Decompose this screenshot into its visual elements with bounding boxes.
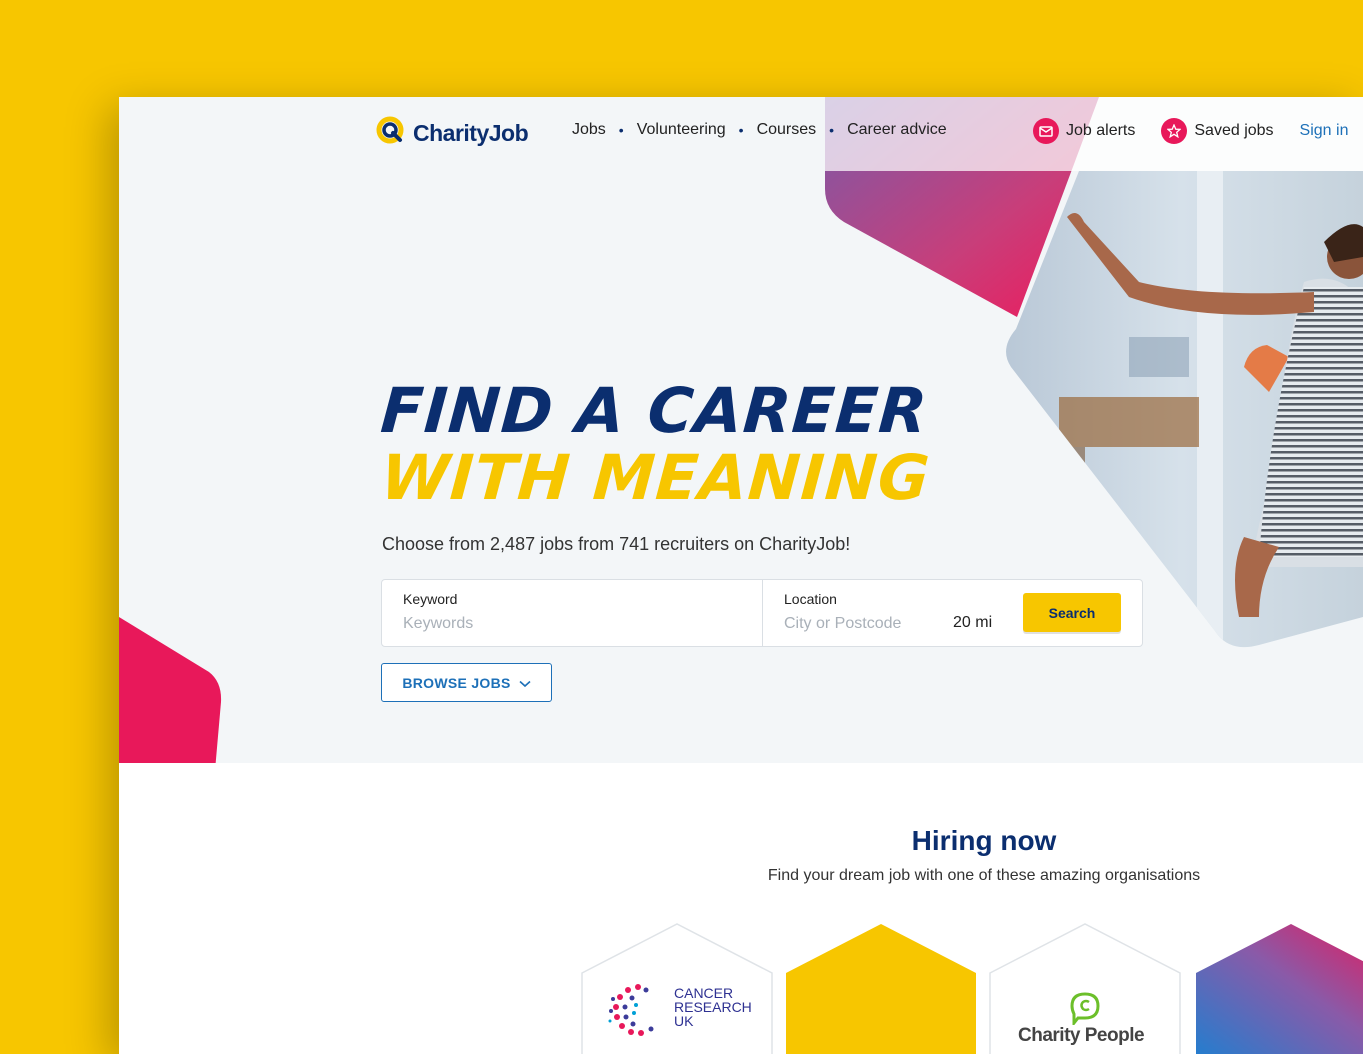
nav-link-courses[interactable]: Courses (757, 121, 817, 139)
keyword-label: Keyword (403, 591, 458, 607)
location-input[interactable] (784, 615, 934, 633)
top-nav: CharityJob Jobs • Volunteering • Courses… (119, 97, 1363, 171)
nav-link-jobs[interactable]: Jobs (572, 121, 606, 139)
nav-links: Jobs • Volunteering • Courses • Career a… (572, 121, 947, 139)
star-icon (1161, 118, 1188, 144)
logo[interactable]: CharityJob (375, 115, 529, 152)
search-button[interactable]: Search (1023, 593, 1121, 632)
headline-line-2: WITH MEANING (378, 441, 933, 514)
browse-jobs-label: BROWSE JOBS (402, 674, 511, 691)
location-field: Location 20 mi Search (763, 580, 1143, 646)
org-card-cancer-research[interactable]: CANCER RESEARCH UK (580, 923, 774, 1054)
org-card-gradient[interactable] (1194, 923, 1363, 1054)
logo-text: CharityJob (413, 120, 529, 146)
nav-link-career-advice[interactable]: Career advice (847, 121, 947, 139)
org-card-yellow[interactable] (784, 923, 978, 1054)
nav-separator: • (738, 122, 744, 138)
saved-jobs-label: Saved jobs (1194, 122, 1274, 139)
hiring-title: Hiring now (911, 825, 1057, 856)
search-form: Keyword Location 20 mi Search (381, 579, 1143, 647)
org-name-charity-people: Charity People (1018, 1025, 1145, 1046)
hero-headline: FIND A CAREER WITH MEANING (378, 374, 933, 514)
envelope-icon (1033, 118, 1059, 144)
nav-link-volunteering[interactable]: Volunteering (637, 121, 726, 139)
hero-subline: Choose from 2,487 jobs from 741 recruite… (382, 534, 851, 554)
nav-separator: • (829, 122, 835, 138)
org-name-line-3: UK (674, 1013, 694, 1029)
headline-line-1: FIND A CAREER (378, 374, 931, 447)
nav-actions: Job alerts Saved jobs Sign in (1033, 118, 1348, 144)
saved-jobs-link[interactable]: Saved jobs (1161, 118, 1274, 144)
magnifier-logo-icon (375, 115, 407, 152)
page: CharityJob Jobs • Volunteering • Courses… (119, 97, 1363, 1054)
chevron-down-icon (519, 675, 531, 691)
hiring-section: Hiring now Find your dream job with one … (119, 763, 1363, 1054)
keyword-field: Keyword (382, 580, 763, 646)
browse-jobs-button[interactable]: BROWSE JOBS (381, 663, 552, 702)
hiring-subtitle: Find your dream job with one of these am… (767, 867, 1201, 884)
org-name-line-2: RESEARCH (674, 999, 752, 1015)
org-card-charity-people[interactable]: Charity People (988, 923, 1182, 1054)
org-name-line-1: CANCER (674, 985, 734, 1001)
job-alerts-link[interactable]: Job alerts (1033, 118, 1135, 144)
nav-separator: • (618, 122, 624, 138)
org-name-cancer-research: CANCER RESEARCH UK (674, 986, 752, 1028)
radius-select[interactable]: 20 mi (953, 614, 992, 632)
job-alerts-label: Job alerts (1066, 122, 1136, 139)
sign-in-link[interactable]: Sign in (1300, 122, 1349, 140)
keyword-input[interactable] (403, 615, 603, 633)
